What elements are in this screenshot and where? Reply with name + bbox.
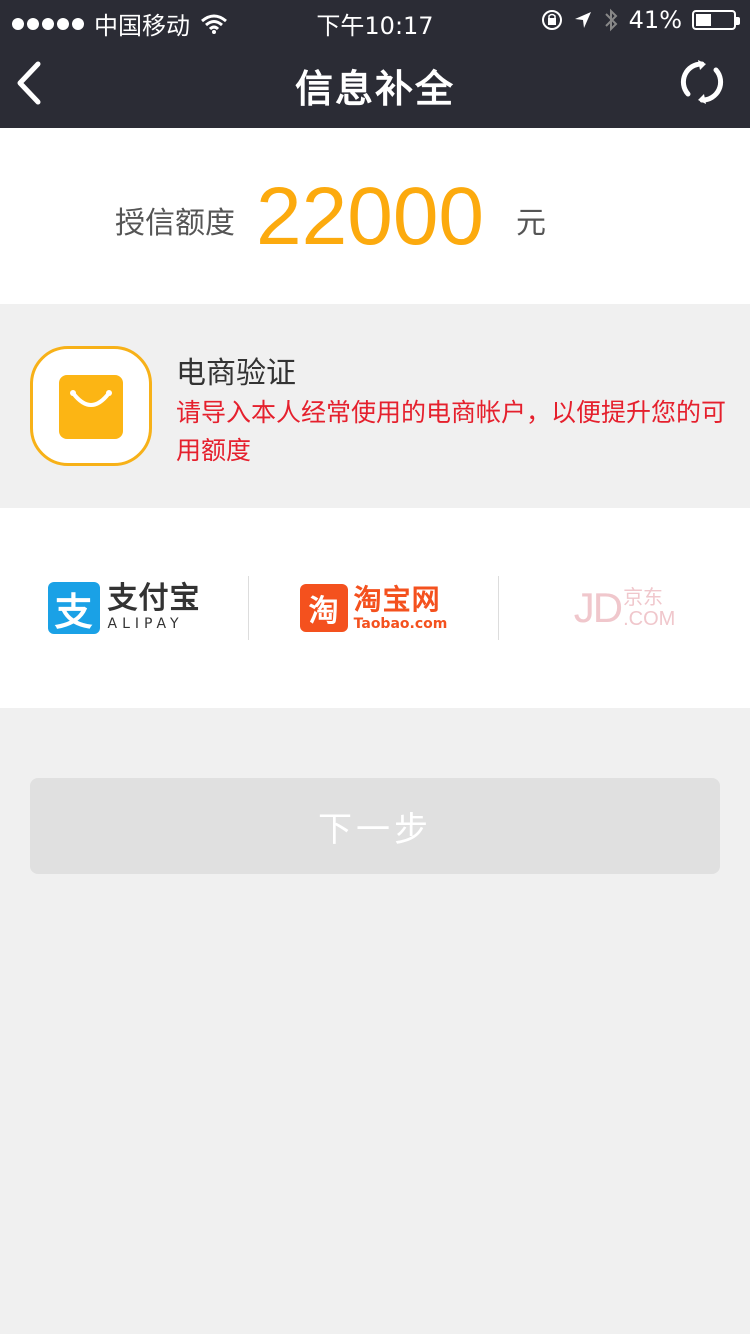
shopping-bag-icon <box>30 346 152 466</box>
credit-label: 授信额度 <box>115 206 235 241</box>
alipay-logo-icon: 支 <box>47 582 100 634</box>
alipay-sub: ALIPAY <box>107 616 184 632</box>
rotation-lock-icon <box>541 10 562 30</box>
alipay-name: 支付宝 <box>107 581 201 616</box>
jd-option[interactable]: JD 京东 .COM <box>499 508 750 708</box>
jd-en: .COM <box>623 608 676 630</box>
status-bar: 中国移动 下午10:17 41% <box>0 0 750 40</box>
credit-unit: 元 <box>516 206 546 241</box>
battery-fill <box>696 14 711 26</box>
nav-bar: 信息补全 <box>0 40 750 128</box>
alipay-option[interactable]: 支 支付宝 ALIPAY <box>0 508 248 708</box>
ecommerce-title: 电商验证 <box>176 356 296 391</box>
credit-section: 授信额度 22000 元 <box>0 128 750 304</box>
taobao-name: 淘宝网 <box>353 583 441 616</box>
ecommerce-verification: 电商验证 请导入本人经常使用的电商帐户，以便提升您的可用额度 <box>0 304 750 508</box>
page-title: 信息补全 <box>294 67 455 111</box>
taobao-logo-icon: 淘 <box>299 584 348 632</box>
battery-percent: 41% <box>628 6 682 34</box>
next-step-button[interactable]: 下一步 <box>30 778 720 874</box>
refresh-icon[interactable] <box>678 58 726 106</box>
taobao-option[interactable]: 淘 淘宝网 Taobao.com <box>249 508 498 708</box>
jd-big: JD <box>573 584 623 631</box>
status-right: 41% <box>541 6 740 34</box>
bluetooth-icon <box>604 8 618 32</box>
platform-list: 支 支付宝 ALIPAY 淘 淘宝网 Taobao.com JD 京东 .COM <box>0 508 750 708</box>
taobao-sub: Taobao.com <box>353 616 448 632</box>
jd-cn: 京东 <box>623 585 664 609</box>
credit-amount: 22000 <box>256 171 485 262</box>
ecommerce-description: 请导入本人经常使用的电商帐户，以便提升您的可用额度 <box>176 398 727 465</box>
battery-icon <box>692 10 740 30</box>
jd-logo-icon: JD 京东 .COM <box>574 584 676 632</box>
header-bar: 中国移动 下午10:17 41% 信息补全 <box>0 0 750 128</box>
location-icon <box>574 12 591 28</box>
